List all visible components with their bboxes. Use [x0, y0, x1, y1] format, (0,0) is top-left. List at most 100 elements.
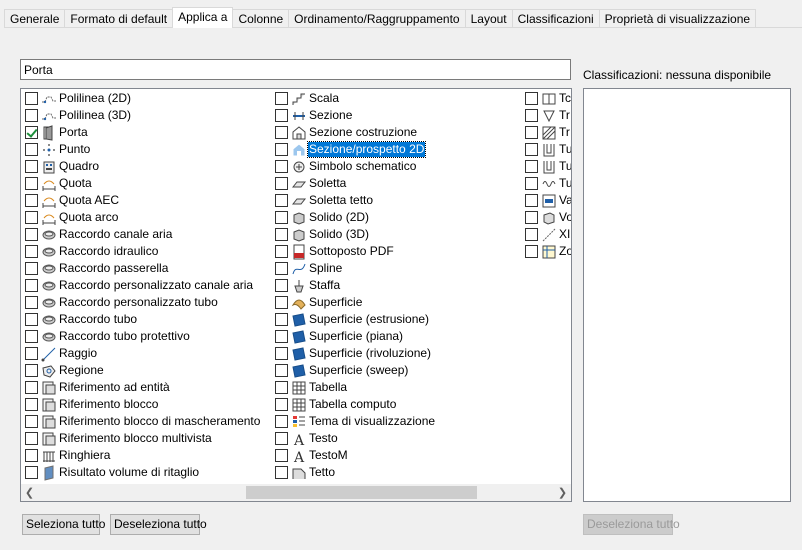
list-item[interactable]: Polilinea (3D)	[25, 107, 261, 124]
list-item[interactable]: Punto	[25, 141, 261, 158]
checkbox[interactable]	[275, 364, 288, 377]
list-item[interactable]: Quota AEC	[25, 192, 261, 209]
scroll-left-arrow-icon[interactable]: ❮	[21, 484, 38, 501]
tab-classificazioni[interactable]: Classificazioni	[511, 9, 600, 28]
list-item[interactable]: Raccordo personalizzato tubo	[25, 294, 261, 311]
list-item[interactable]: Zo	[525, 243, 571, 260]
list-item[interactable]: Quota	[25, 175, 261, 192]
tab-colonne[interactable]: Colonne	[232, 9, 290, 28]
checkbox[interactable]	[275, 381, 288, 394]
deselect-all-classifications-button[interactable]: Deseleziona tutto	[583, 514, 680, 535]
list-item[interactable]: Sottoposto PDF	[275, 243, 436, 260]
scrollbar-thumb[interactable]	[246, 486, 477, 499]
list-item[interactable]: Superficie (estrusione)	[275, 311, 436, 328]
tab-generale[interactable]: Generale	[4, 9, 66, 28]
checkbox[interactable]	[25, 313, 38, 326]
checkbox[interactable]	[275, 143, 288, 156]
list-item[interactable]: Superficie	[275, 294, 436, 311]
checkbox[interactable]	[525, 194, 538, 207]
list-item[interactable]: Raccordo personalizzato canale aria	[25, 277, 261, 294]
checkbox[interactable]	[525, 177, 538, 190]
list-item[interactable]: Raccordo idraulico	[25, 243, 261, 260]
checkbox[interactable]	[525, 109, 538, 122]
list-item[interactable]: Soletta	[275, 175, 436, 192]
checkbox[interactable]	[525, 228, 538, 241]
list-item[interactable]: Sezione/prospetto 2D	[275, 141, 436, 158]
object-type-list[interactable]: Polilinea (2D) Polilinea (3D) Porta Punto Qu…	[20, 88, 572, 502]
checkbox[interactable]	[525, 92, 538, 105]
checkbox[interactable]	[25, 415, 38, 428]
checkbox[interactable]	[275, 466, 288, 479]
checkbox[interactable]	[275, 347, 288, 360]
classifications-list[interactable]	[583, 88, 791, 502]
checkbox[interactable]	[25, 466, 38, 479]
checkbox[interactable]	[275, 449, 288, 462]
list-item[interactable]: Riferimento blocco multivista	[25, 430, 261, 447]
checkbox[interactable]	[25, 92, 38, 105]
list-item[interactable]: Sezione costruzione	[275, 124, 436, 141]
list-item[interactable]: Va	[525, 192, 571, 209]
checkbox[interactable]	[25, 245, 38, 258]
list-item[interactable]: Raccordo canale aria	[25, 226, 261, 243]
checkbox[interactable]	[25, 177, 38, 190]
checkbox[interactable]	[275, 160, 288, 173]
list-item[interactable]: Porta	[25, 124, 261, 141]
checkbox[interactable]	[275, 92, 288, 105]
list-item[interactable]: Tu	[525, 175, 571, 192]
checkbox[interactable]	[25, 449, 38, 462]
list-item[interactable]: Tu	[525, 158, 571, 175]
tab-propriet-di-visualizzazione[interactable]: Proprietà di visualizzazione	[598, 9, 757, 28]
checkbox[interactable]	[25, 228, 38, 241]
checkbox[interactable]	[275, 228, 288, 241]
checkbox[interactable]	[25, 330, 38, 343]
list-item[interactable]: Vo	[525, 209, 571, 226]
checkbox[interactable]	[25, 211, 38, 224]
list-item[interactable]: Superficie (piana)	[275, 328, 436, 345]
list-item[interactable]: Tabella	[275, 379, 436, 396]
checkbox[interactable]	[25, 194, 38, 207]
list-item[interactable]: Tc	[525, 90, 571, 107]
list-item[interactable]: Tr	[525, 107, 571, 124]
tab-layout[interactable]: Layout	[464, 9, 513, 28]
list-item[interactable]: Tu	[525, 141, 571, 158]
list-item[interactable]: Solido (2D)	[275, 209, 436, 226]
list-item[interactable]: Risultato volume di ritaglio	[25, 464, 261, 481]
checkbox[interactable]	[275, 194, 288, 207]
checkbox[interactable]	[525, 160, 538, 173]
list-item[interactable]: Simbolo schematico	[275, 158, 436, 175]
checkbox[interactable]	[25, 347, 38, 360]
list-item[interactable]: Tabella computo	[275, 396, 436, 413]
checkbox[interactable]	[275, 415, 288, 428]
checkbox[interactable]	[25, 262, 38, 275]
list-item[interactable]: Riferimento blocco di mascheramento	[25, 413, 261, 430]
checkbox[interactable]	[25, 364, 38, 377]
list-item[interactable]: Ringhiera	[25, 447, 261, 464]
checkbox[interactable]	[25, 279, 38, 292]
checkbox[interactable]	[275, 279, 288, 292]
list-item[interactable]: Superficie (sweep)	[275, 362, 436, 379]
list-item[interactable]: Regione	[25, 362, 261, 379]
list-item[interactable]: Staffa	[275, 277, 436, 294]
list-item[interactable]: A Testo	[275, 430, 436, 447]
list-item[interactable]: Quadro	[25, 158, 261, 175]
checkbox[interactable]	[25, 109, 38, 122]
name-input[interactable]	[20, 59, 571, 80]
tab-ordinamento-raggruppamento[interactable]: Ordinamento/Raggruppamento	[288, 9, 466, 28]
checkbox[interactable]	[525, 245, 538, 258]
list-item[interactable]: Soletta tetto	[275, 192, 436, 209]
list-item[interactable]: Solido (3D)	[275, 226, 436, 243]
checkbox[interactable]	[275, 398, 288, 411]
checkbox[interactable]	[25, 143, 38, 156]
checkbox[interactable]	[525, 211, 538, 224]
checkbox[interactable]	[275, 109, 288, 122]
list-item[interactable]: Tema di visualizzazione	[275, 413, 436, 430]
list-item[interactable]: Tr	[525, 124, 571, 141]
checkbox[interactable]	[275, 211, 288, 224]
checkbox[interactable]	[275, 126, 288, 139]
checkbox[interactable]	[25, 398, 38, 411]
checkbox[interactable]	[25, 432, 38, 445]
list-item[interactable]: Riferimento blocco	[25, 396, 261, 413]
checkbox[interactable]	[525, 143, 538, 156]
tab-applica-a[interactable]: Applica a	[172, 7, 234, 28]
checkbox[interactable]	[25, 296, 38, 309]
